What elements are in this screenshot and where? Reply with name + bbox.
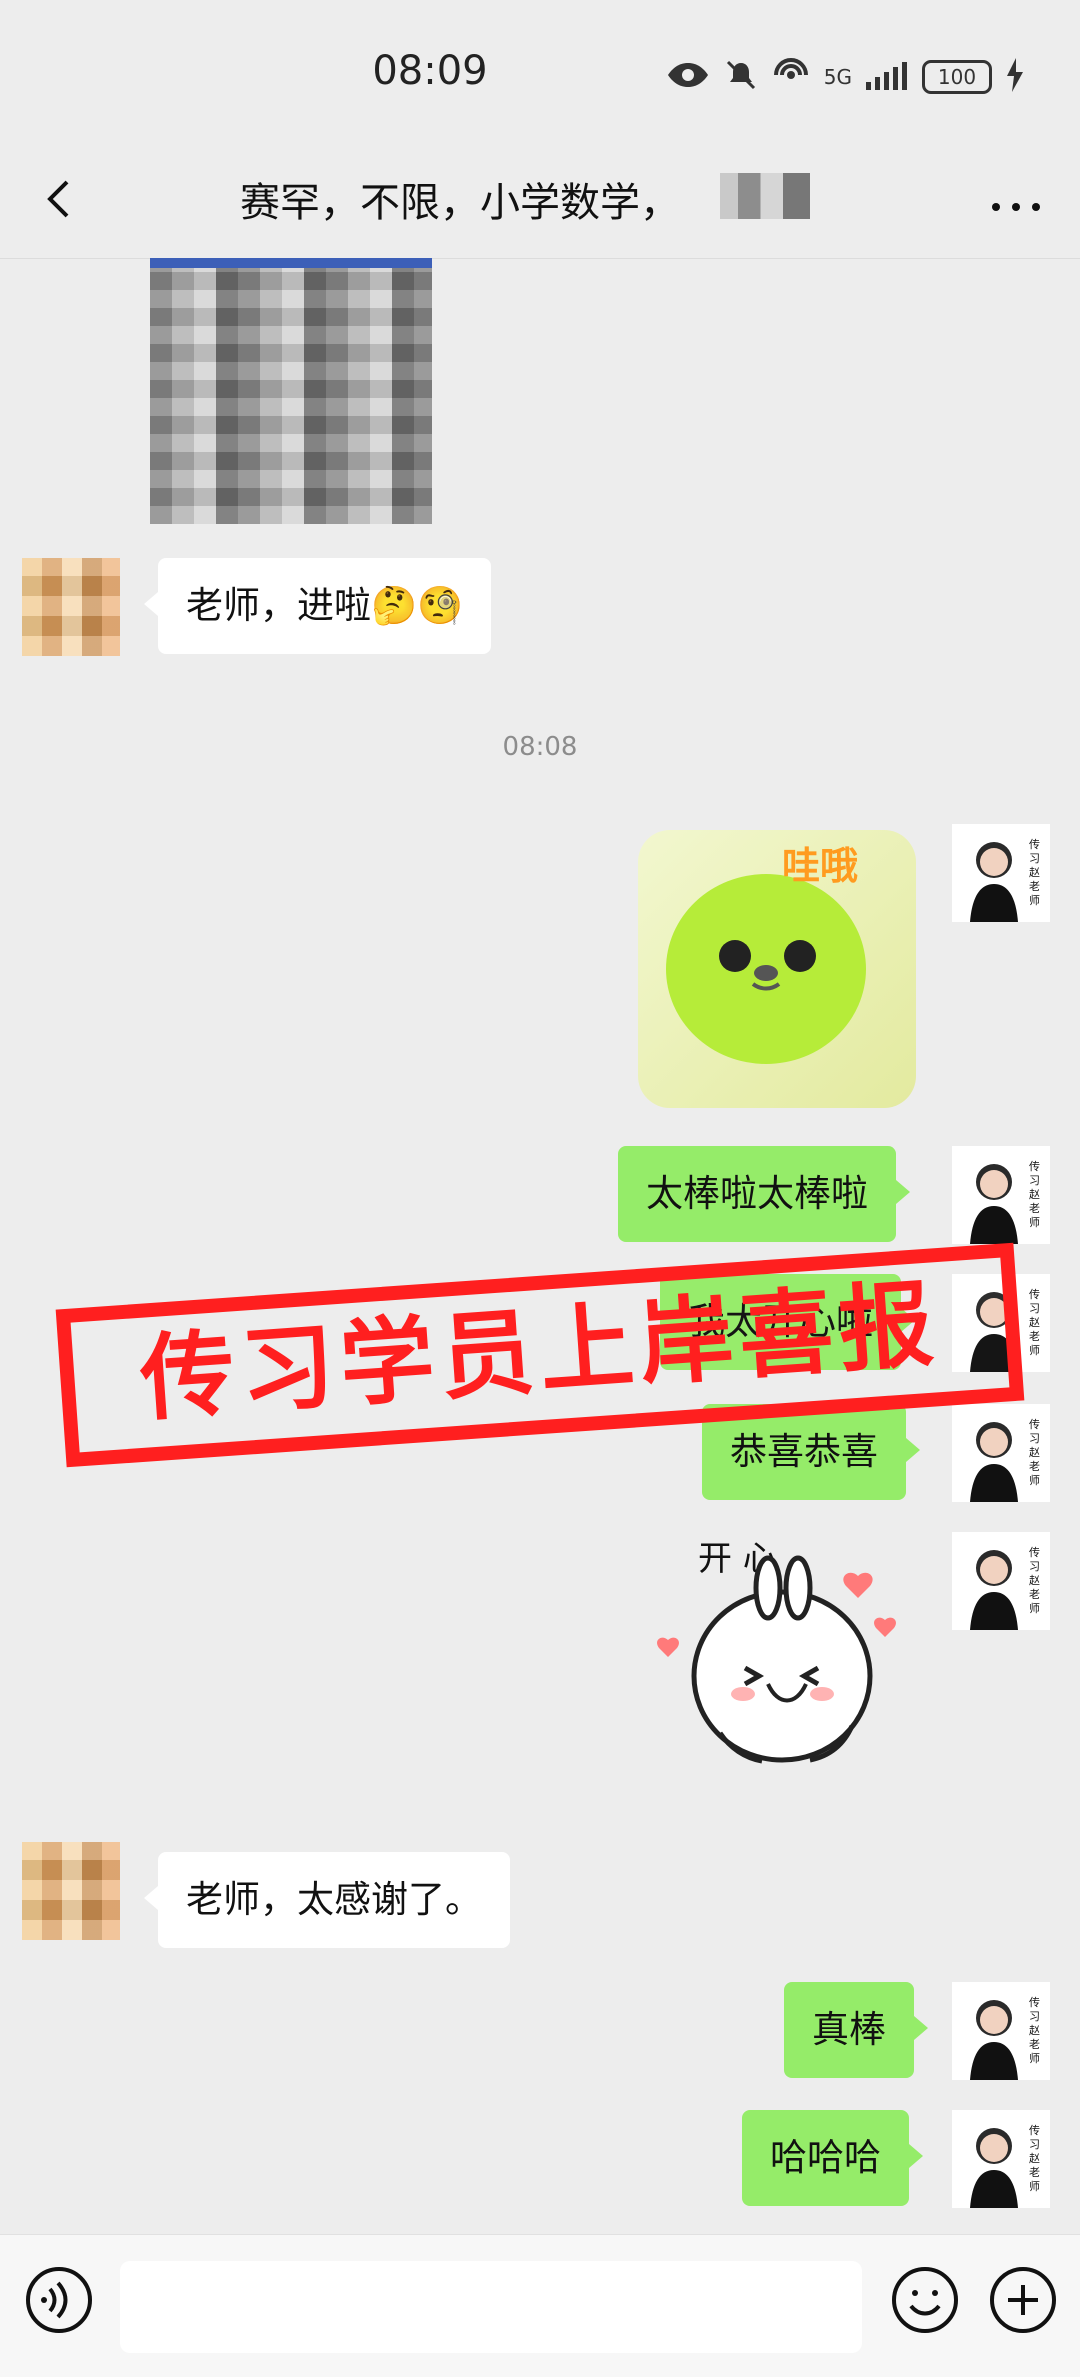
voice-button[interactable] (22, 2263, 96, 2337)
teacher-avatar-icon: 传习赵老师 (952, 1982, 1050, 2080)
svg-text:师: 师 (1029, 1602, 1040, 1615)
back-button[interactable] (36, 174, 86, 224)
svg-text:习: 习 (1029, 1432, 1040, 1445)
chat-title: 赛罕，不限，小学数学， (240, 180, 680, 226)
svg-text:老: 老 (1029, 1588, 1040, 1601)
svg-text:赵: 赵 (1029, 1315, 1040, 1329)
frog-sticker-icon: 哇哦 (638, 830, 916, 1108)
ellipsis-icon (992, 203, 1040, 211)
svg-text:师: 师 (1029, 2180, 1040, 2193)
teacher-avatar-icon: 传习赵老师 (952, 1404, 1050, 1502)
message-text: 老师，太感谢了。 (186, 1878, 482, 1921)
battery-level: 100 (937, 65, 977, 89)
svg-text:师: 师 (1029, 2052, 1040, 2065)
teacher-avatar-icon: 传习赵老师 (952, 1146, 1050, 1244)
shared-qr-image[interactable] (150, 258, 432, 524)
svg-text:赵: 赵 (1029, 1187, 1040, 1201)
svg-text:赵: 赵 (1029, 2023, 1040, 2037)
svg-text:老: 老 (1029, 880, 1040, 893)
svg-text:老: 老 (1029, 2038, 1040, 2051)
charging-icon (1006, 58, 1024, 96)
message-bubble-right[interactable]: 哈哈哈 (742, 2110, 923, 2206)
message-text: 老师，进啦🤔🧐 (186, 584, 464, 627)
sticker-text: 哇哦 (782, 844, 858, 888)
svg-text:老: 老 (1029, 2166, 1040, 2179)
svg-text:传: 传 (1029, 1288, 1040, 1301)
chat-header: 赛罕，不限，小学数学， (0, 150, 1080, 259)
svg-text:习: 习 (1029, 852, 1040, 865)
battery-icon: 100 (922, 60, 992, 94)
more-button[interactable] (992, 196, 1040, 211)
svg-text:习: 习 (1029, 1302, 1040, 1315)
svg-text:赵: 赵 (1029, 1573, 1040, 1587)
svg-text:习: 习 (1029, 2010, 1040, 2023)
hotspot-icon (772, 58, 810, 96)
status-icons: 5G 100 (666, 58, 1024, 96)
sticker-frog[interactable]: 哇哦 (632, 824, 922, 1114)
message-bubble-right[interactable]: 太棒啦太棒啦 (618, 1146, 910, 1242)
my-avatar[interactable]: 传习赵老师 (952, 1146, 1050, 1244)
blurred-image-content (150, 268, 432, 524)
svg-text:传: 传 (1029, 1418, 1040, 1431)
message-text: 太棒啦太棒啦 (646, 1172, 868, 1215)
svg-text:习: 习 (1029, 1560, 1040, 1573)
time-divider: 08:08 (502, 732, 578, 762)
bell-mute-icon (724, 58, 758, 96)
message-bubble-left[interactable]: 老师，太感谢了。 (144, 1852, 510, 1948)
emoji-icon (892, 2267, 958, 2333)
svg-text:习: 习 (1029, 2138, 1040, 2151)
network-label: 5G (823, 65, 852, 89)
title-redaction (720, 173, 810, 219)
bunny-sticker-icon: 开 心 (657, 1539, 896, 1764)
svg-text:师: 师 (1029, 894, 1040, 907)
svg-text:老: 老 (1029, 1202, 1040, 1215)
teacher-avatar-icon: 传 习 赵 老 师 (952, 824, 1050, 922)
chevron-left-icon (47, 180, 69, 218)
svg-text:传: 传 (1029, 1546, 1040, 1559)
teacher-avatar-icon: 传习赵老师 (952, 1532, 1050, 1630)
svg-text:传: 传 (1029, 1996, 1040, 2009)
my-avatar[interactable]: 传 习 赵 老 师 (952, 824, 1050, 922)
message-text: 哈哈哈 (770, 2136, 881, 2179)
svg-text:习: 习 (1029, 1174, 1040, 1187)
svg-text:师: 师 (1029, 1344, 1040, 1357)
chat-thread[interactable]: 老师，进啦🤔🧐 08:08 传 习 赵 老 师 哇哦 传 习 赵 老 师 太棒啦… (0, 258, 1080, 2234)
my-avatar[interactable]: 传习赵老师 (952, 1982, 1050, 2080)
svg-text:老: 老 (1029, 1460, 1040, 1473)
svg-text:师: 师 (1029, 1216, 1040, 1229)
plus-button[interactable] (986, 2263, 1060, 2337)
svg-text:师: 师 (1029, 1474, 1040, 1487)
teacher-avatar-icon: 传习赵老师 (952, 2110, 1050, 2208)
my-avatar[interactable]: 传习赵老师 (952, 1532, 1050, 1630)
message-bubble-left[interactable]: 老师，进啦🤔🧐 (143, 558, 492, 654)
message-input-bar (0, 2234, 1080, 2377)
eye-icon (666, 61, 710, 93)
message-input[interactable] (120, 2261, 862, 2353)
message-bubble-right[interactable]: 真棒 (784, 1982, 928, 2078)
sticker-bunny[interactable]: 开 心 (650, 1528, 915, 1808)
voice-icon (26, 2267, 92, 2333)
friend-avatar[interactable] (22, 1842, 120, 1940)
message-text: 真棒 (812, 2008, 886, 2051)
my-avatar[interactable]: 传习赵老师 (952, 1404, 1050, 1502)
my-avatar[interactable]: 传习赵老师 (952, 2110, 1050, 2208)
status-bar: 08:09 5G 100 (0, 0, 1080, 150)
svg-text:传: 传 (1029, 838, 1040, 851)
emoji-button[interactable] (888, 2263, 962, 2337)
svg-text:赵: 赵 (1029, 865, 1040, 879)
friend-avatar[interactable] (22, 558, 120, 656)
svg-text:赵: 赵 (1029, 2151, 1040, 2165)
svg-text:老: 老 (1029, 1330, 1040, 1343)
plus-icon (990, 2267, 1056, 2333)
svg-text:传: 传 (1029, 2124, 1040, 2137)
svg-text:传: 传 (1029, 1160, 1040, 1173)
message-text: 恭喜恭喜 (730, 1430, 878, 1473)
signal-icon (866, 60, 908, 94)
svg-text:赵: 赵 (1029, 1445, 1040, 1459)
